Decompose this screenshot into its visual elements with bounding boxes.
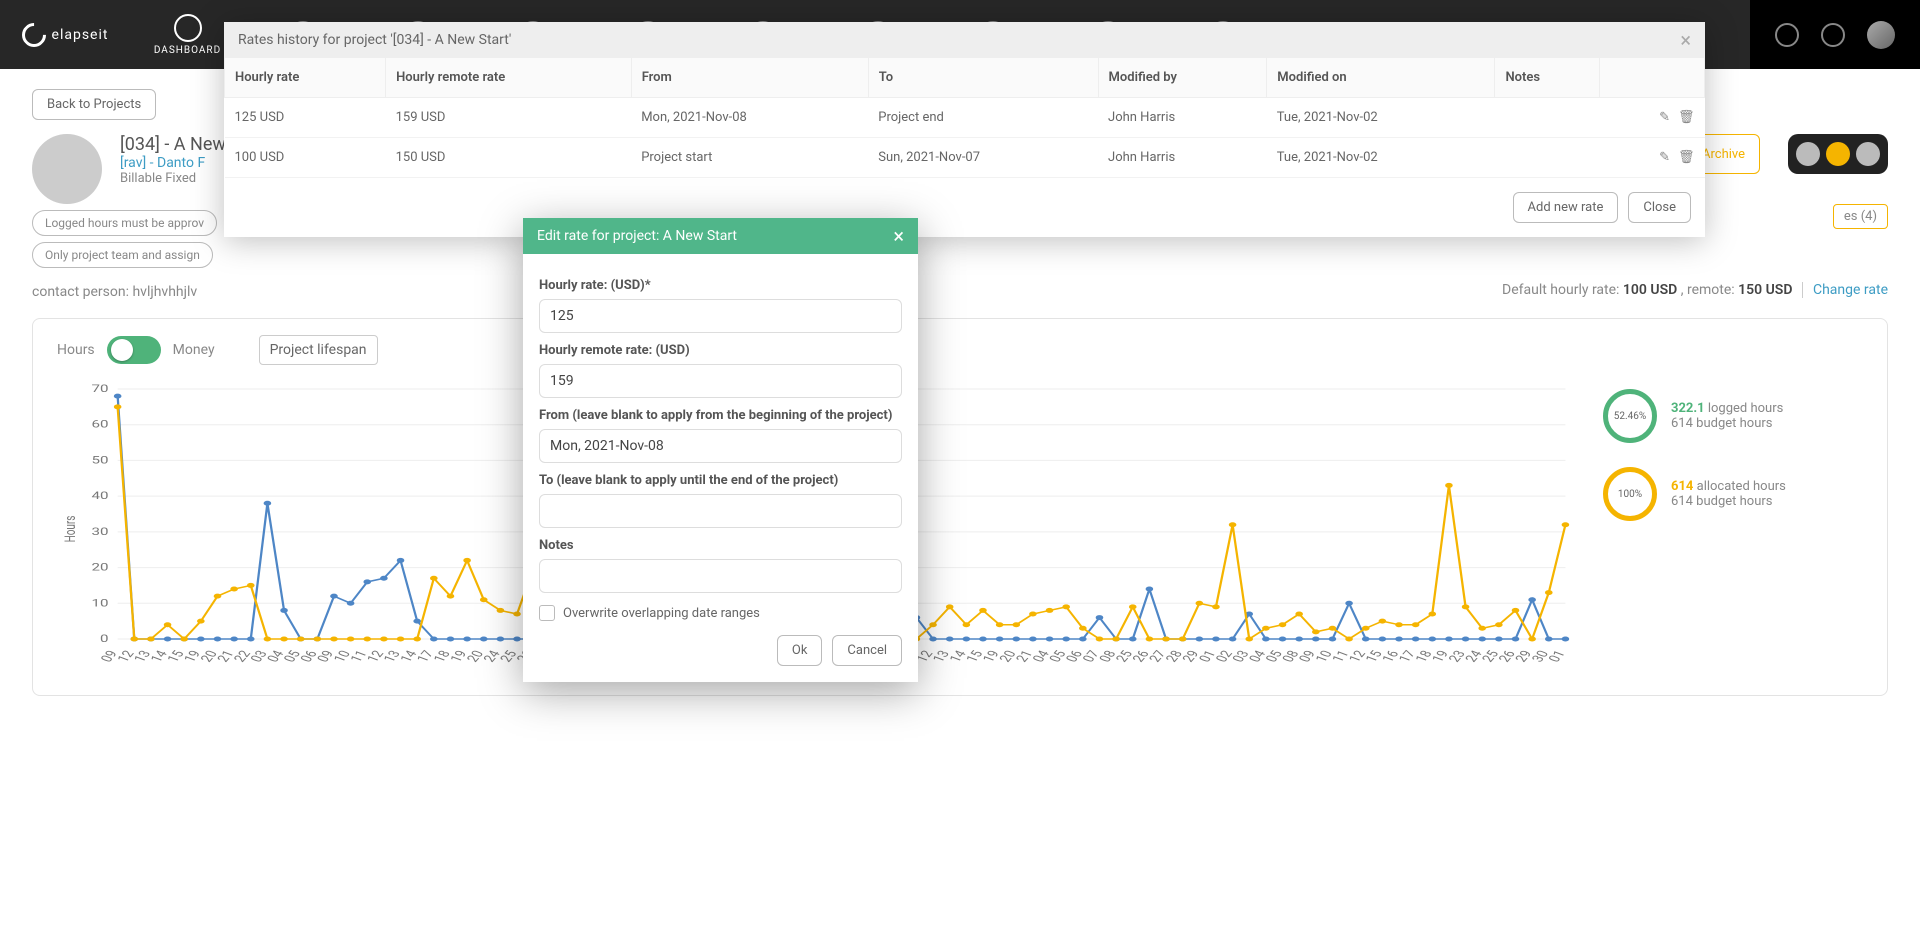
to-date-input[interactable] [539, 494, 902, 528]
notes-input[interactable] [539, 559, 902, 593]
from-date-input[interactable] [539, 429, 902, 463]
remote-rate-label: Hourly remote rate: (USD) [539, 343, 902, 358]
ok-button[interactable]: Ok [777, 635, 823, 666]
remote-rate-input[interactable] [539, 364, 902, 398]
modal-backdrop: Edit rate for project: A New Start × Hou… [0, 0, 1920, 944]
from-date-label: From (leave blank to apply from the begi… [539, 408, 902, 423]
edit-rate-modal: Edit rate for project: A New Start × Hou… [523, 218, 918, 682]
modal-close-icon[interactable]: × [893, 226, 904, 246]
notes-label: Notes [539, 538, 902, 553]
hourly-rate-input[interactable] [539, 299, 902, 333]
cancel-button[interactable]: Cancel [832, 635, 902, 666]
overwrite-checkbox[interactable] [539, 605, 555, 621]
hourly-rate-label: Hourly rate: (USD)* [539, 278, 902, 293]
to-date-label: To (leave blank to apply until the end o… [539, 473, 902, 488]
modal-title: Edit rate for project: A New Start [537, 228, 737, 244]
overwrite-label: Overwrite overlapping date ranges [563, 606, 760, 621]
